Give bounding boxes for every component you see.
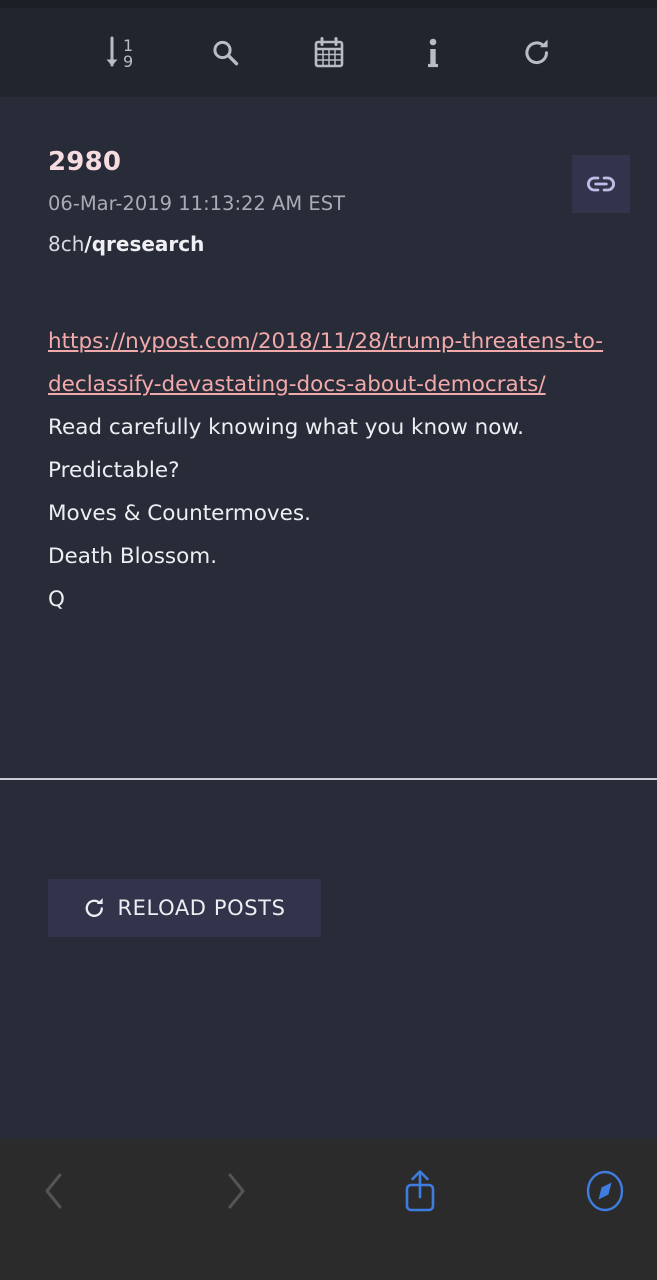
post-text-line: Read carefully knowing what you know now…	[48, 414, 524, 440]
post-number: 2980	[48, 147, 122, 177]
share-icon[interactable]	[389, 1159, 451, 1223]
chain-link-icon[interactable]	[572, 155, 630, 213]
post-signature: Q	[48, 586, 65, 612]
post-header: 2980 06-Mar-2019 11:13:22 AM EST 8ch/qre…	[48, 147, 630, 254]
refresh-icon	[83, 897, 106, 920]
svg-text:9: 9	[123, 52, 133, 71]
chevron-left-icon[interactable]	[24, 1161, 84, 1221]
sort-numeric-desc-icon[interactable]: 1 9	[93, 25, 149, 81]
info-icon[interactable]	[405, 25, 461, 81]
post-text-line: Moves & Countermoves.	[48, 500, 311, 526]
post-card: 2980 06-Mar-2019 11:13:22 AM EST 8ch/qre…	[0, 97, 657, 621]
reload-posts-button[interactable]: RELOAD POSTS	[48, 879, 321, 937]
chevron-right-icon[interactable]	[206, 1161, 266, 1221]
post-body: https://nypost.com/2018/11/28/trump-thre…	[48, 320, 609, 621]
search-icon[interactable]	[197, 25, 253, 81]
browser-toolbar	[0, 1139, 657, 1280]
calendar-icon[interactable]	[301, 25, 357, 81]
post-board: 8ch/qresearch	[48, 234, 609, 254]
post-link[interactable]: https://nypost.com/2018/11/28/trump-thre…	[48, 329, 603, 397]
refresh-icon[interactable]	[509, 25, 565, 81]
app-root: 1 9 2980 06-Mar-2019 11:13:22 AM EST 8ch…	[0, 0, 657, 1280]
post-text-line: Predictable?	[48, 457, 180, 483]
reload-posts-label: RELOAD POSTS	[117, 896, 286, 920]
post-timestamp: 06-Mar-2019 11:13:22 AM EST	[48, 192, 346, 215]
post-text-line: Death Blossom.	[48, 543, 218, 569]
board-prefix: 8ch	[48, 231, 85, 256]
footer-area: RELOAD POSTS	[0, 780, 657, 1139]
board-name: /qresearch	[84, 231, 205, 256]
status-bar-strip	[0, 0, 657, 8]
safari-compass-icon[interactable]	[575, 1161, 635, 1221]
app-toolbar: 1 9	[0, 8, 657, 97]
